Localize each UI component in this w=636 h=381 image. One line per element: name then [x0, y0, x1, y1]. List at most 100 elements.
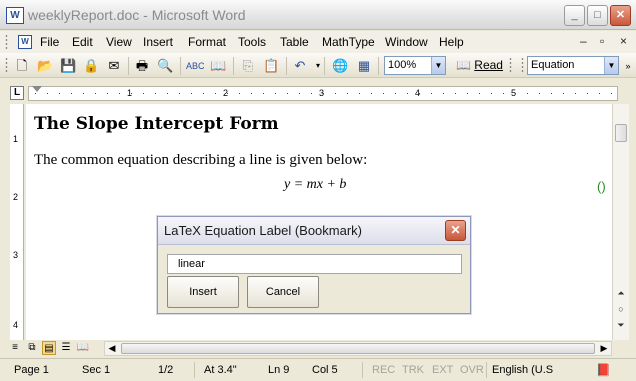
horizontal-scroll-row: ≡ ⧉ ▤ ☰ 📖 ◀ ▶: [0, 340, 636, 357]
ruler-tick: [143, 93, 144, 94]
ruler-tick: [215, 93, 216, 94]
ruler-tick: [539, 93, 540, 94]
zoom-combo[interactable]: 100% ▼: [384, 56, 446, 75]
research-icon[interactable]: 📖: [210, 58, 226, 74]
toolbar-separator: [233, 57, 234, 75]
ruler-tick: [179, 93, 180, 94]
dialog-close-button[interactable]: ✕: [445, 220, 466, 241]
scroll-left-icon[interactable]: ◀: [105, 342, 119, 355]
ruler-tick: [599, 93, 600, 94]
ruler-tick: [575, 93, 576, 94]
standard-toolbar: 🗋 📂 💾 🔒 ✉ 🖶 🔍 ABC 📖 ⎘ 📋 ↶ ▾ 🌐 ▦ 100% ▼ 📖…: [0, 53, 636, 78]
next-page-icon[interactable]: ⏷: [615, 318, 627, 332]
menu-window[interactable]: Window: [385, 35, 428, 49]
select-browse-object-icon[interactable]: ○: [615, 302, 627, 316]
minimize-button[interactable]: _: [564, 5, 585, 26]
menu-tools[interactable]: Tools: [238, 35, 266, 49]
ruler-tick: [203, 93, 204, 94]
outline-view-icon[interactable]: ☰: [59, 341, 73, 355]
scroll-right-icon[interactable]: ▶: [597, 342, 611, 355]
status-ext[interactable]: EXT: [432, 364, 453, 376]
read-button[interactable]: 📖 Read: [456, 58, 503, 72]
equation[interactable]: y = mx + b: [284, 177, 346, 193]
menu-edit[interactable]: Edit: [72, 35, 93, 49]
web-layout-icon[interactable]: ⧉: [25, 341, 39, 355]
new-icon[interactable]: 🗋: [14, 58, 30, 74]
print-preview-icon[interactable]: 🔍: [157, 58, 173, 74]
menu-bar: W File Edit View Insert Format Tools Tab…: [0, 31, 636, 53]
tables-borders-icon[interactable]: ▦: [356, 58, 372, 74]
latex-label-dialog: LaTeX Equation Label (Bookmark) ✕ linear…: [157, 216, 471, 314]
spelling-icon[interactable]: ABC: [186, 58, 205, 74]
zoom-value: 100%: [388, 59, 417, 71]
first-line-indent-marker[interactable]: [32, 86, 42, 92]
toolbar-separator: [180, 57, 181, 75]
menu-table[interactable]: Table: [280, 35, 309, 49]
menu-mathtype[interactable]: MathType: [322, 35, 375, 49]
toolbar-options-icon[interactable]: »: [620, 58, 636, 74]
menu-grip[interactable]: [5, 34, 8, 50]
print-layout-icon[interactable]: ▤: [42, 341, 56, 355]
paste-icon[interactable]: 📋: [263, 58, 279, 74]
ruler-tick: [347, 93, 348, 94]
status-bar: Page 1 Sec 1 1/2 At 3.4" Ln 9 Col 5 REC …: [0, 358, 636, 381]
horizontal-scrollbar[interactable]: ◀ ▶: [104, 341, 612, 356]
status-page: Page 1: [14, 364, 49, 376]
word-app-icon[interactable]: W: [6, 7, 24, 24]
toolbar-separator: [378, 57, 379, 75]
ruler-tick: [419, 93, 420, 94]
style-dropdown-icon[interactable]: ▼: [604, 57, 618, 74]
spelling-status-icon[interactable]: 📕: [596, 363, 611, 377]
equation-number-marker: (): [597, 179, 606, 194]
undo-icon[interactable]: ↶: [292, 58, 308, 74]
status-language[interactable]: English (U.S: [492, 364, 553, 376]
normal-view-icon[interactable]: ≡: [8, 341, 22, 355]
print-icon[interactable]: 🖶: [134, 58, 150, 74]
doc-close-button[interactable]: ×: [620, 34, 627, 48]
status-pages: 1/2: [158, 364, 174, 376]
toolbar-separator: [286, 57, 287, 75]
doc-restore-button[interactable]: ▫: [600, 34, 604, 48]
save-icon[interactable]: 💾: [60, 58, 76, 74]
previous-page-icon[interactable]: ⏶: [615, 286, 627, 300]
ruler-tick: [131, 93, 132, 94]
permission-icon[interactable]: 🔒: [83, 58, 99, 74]
style-combo[interactable]: Equation ▼: [527, 56, 619, 75]
ruler-tick: [551, 93, 552, 94]
tab-selector[interactable]: L: [10, 86, 24, 100]
menu-view[interactable]: View: [106, 35, 132, 49]
menu-help[interactable]: Help: [439, 35, 464, 49]
toolbar-options-grip[interactable]: [509, 57, 512, 74]
formatting-toolbar-grip[interactable]: [521, 57, 524, 74]
toolbar-grip[interactable]: [5, 57, 8, 74]
ruler-tick: [443, 93, 444, 94]
vertical-scrollbar[interactable]: ⏶ ○ ⏷: [612, 104, 629, 340]
ruler-tick: [59, 93, 60, 94]
ruler-tick: [119, 93, 120, 94]
status-trk[interactable]: TRK: [402, 364, 424, 376]
insert-button[interactable]: Insert: [167, 276, 239, 308]
email-icon[interactable]: ✉: [106, 58, 122, 74]
ruler-tick: [299, 93, 300, 94]
doc-minimize-button[interactable]: –: [580, 34, 587, 48]
copy-icon[interactable]: ⎘: [240, 58, 256, 74]
menu-format[interactable]: Format: [188, 35, 226, 49]
status-ovr[interactable]: OVR: [460, 364, 484, 376]
horizontal-scroll-thumb[interactable]: [121, 343, 595, 354]
maximize-button[interactable]: □: [587, 5, 608, 26]
document-icon[interactable]: W: [18, 35, 32, 49]
menu-insert[interactable]: Insert: [143, 35, 173, 49]
reading-layout-icon[interactable]: 📖: [76, 341, 90, 355]
label-input[interactable]: linear: [167, 254, 462, 274]
cancel-button[interactable]: Cancel: [247, 276, 319, 308]
vertical-scroll-thumb[interactable]: [615, 124, 627, 142]
open-icon[interactable]: 📂: [37, 58, 53, 74]
zoom-dropdown-icon[interactable]: ▼: [431, 57, 445, 74]
horizontal-ruler[interactable]: 1 2 3 4 5: [28, 86, 618, 101]
status-at: At 3.4": [204, 364, 237, 376]
close-button[interactable]: ✕: [610, 5, 631, 26]
ruler-tick: [35, 93, 36, 94]
menu-file[interactable]: File: [40, 35, 59, 49]
hyperlink-icon[interactable]: 🌐: [332, 58, 348, 74]
status-rec[interactable]: REC: [372, 364, 395, 376]
